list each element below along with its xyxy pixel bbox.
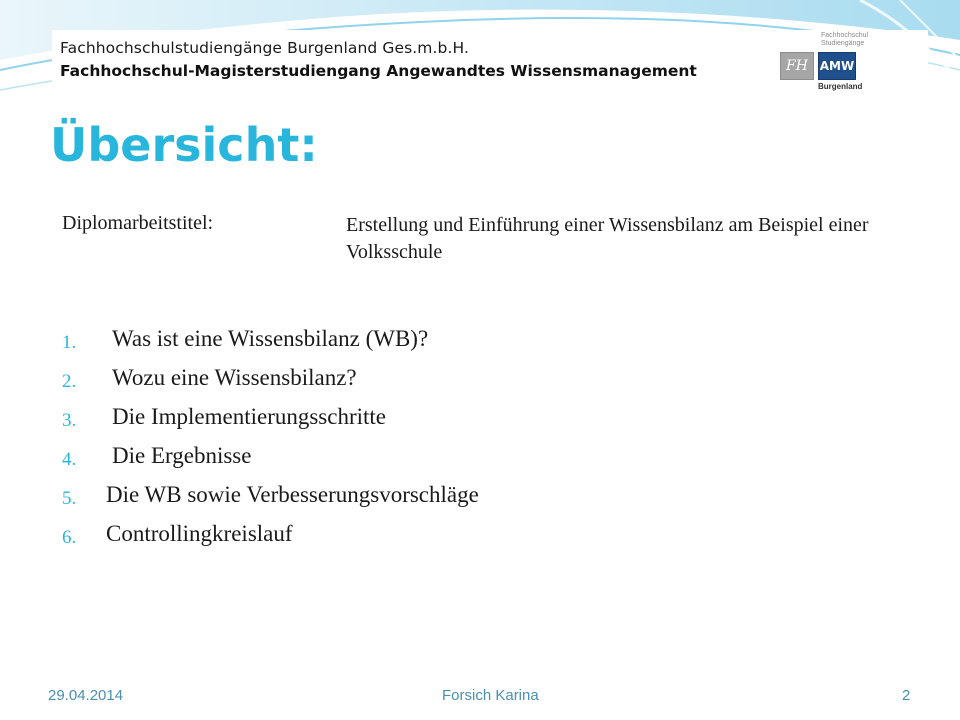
amw-logo: AMW <box>818 52 856 80</box>
agenda-text: Wozu eine Wissensbilanz? <box>112 365 357 390</box>
slide-title: Übersicht: <box>50 118 318 172</box>
agenda-number: 2. <box>62 371 77 392</box>
logo-caption-line2: Studiengänge <box>821 40 865 47</box>
thesis-label: Diplomarbeitstitel: <box>62 212 214 234</box>
agenda-text: Controllingkreislauf <box>106 521 293 546</box>
slide: Fachhochschulstudiengänge Burgenland Ges… <box>0 0 960 720</box>
agenda-text: Was ist eine Wissensbilanz (WB)? <box>112 326 429 351</box>
banner-program: Fachhochschul-Magisterstudiengang Angewa… <box>60 62 697 80</box>
agenda-number: 6. <box>62 527 77 548</box>
agenda-number: 5. <box>62 488 77 509</box>
logo-caption-line1: Fachhochschul <box>821 32 869 39</box>
agenda-text: Die Ergebnisse <box>112 443 252 468</box>
logo-area: Fachhochschul Studiengänge FH AMW Burgen… <box>778 32 928 104</box>
thesis-title: Erstellung und Einführung einer Wissensb… <box>346 214 869 263</box>
agenda-text: Die Implementierungsschritte <box>112 404 387 429</box>
banner-organization: Fachhochschulstudiengänge Burgenland Ges… <box>60 39 469 57</box>
agenda-text: Die WB sowie Verbesserungsvorschläge <box>106 482 479 507</box>
agenda-number: 4. <box>62 449 77 470</box>
footer-date: 29.04.2014 <box>48 687 124 704</box>
footer-page-number: 2 <box>902 687 911 704</box>
header-banner: Fachhochschulstudiengänge Burgenland Ges… <box>52 30 928 106</box>
fh-logo: FH <box>780 52 814 80</box>
logo-region-label: Burgenland <box>818 82 863 91</box>
agenda-number: 3. <box>62 410 77 431</box>
footer-author: Forsich Karina <box>442 687 539 704</box>
agenda-number: 1. <box>62 332 77 353</box>
logo-caption: Fachhochschul Studiengänge <box>821 32 901 48</box>
